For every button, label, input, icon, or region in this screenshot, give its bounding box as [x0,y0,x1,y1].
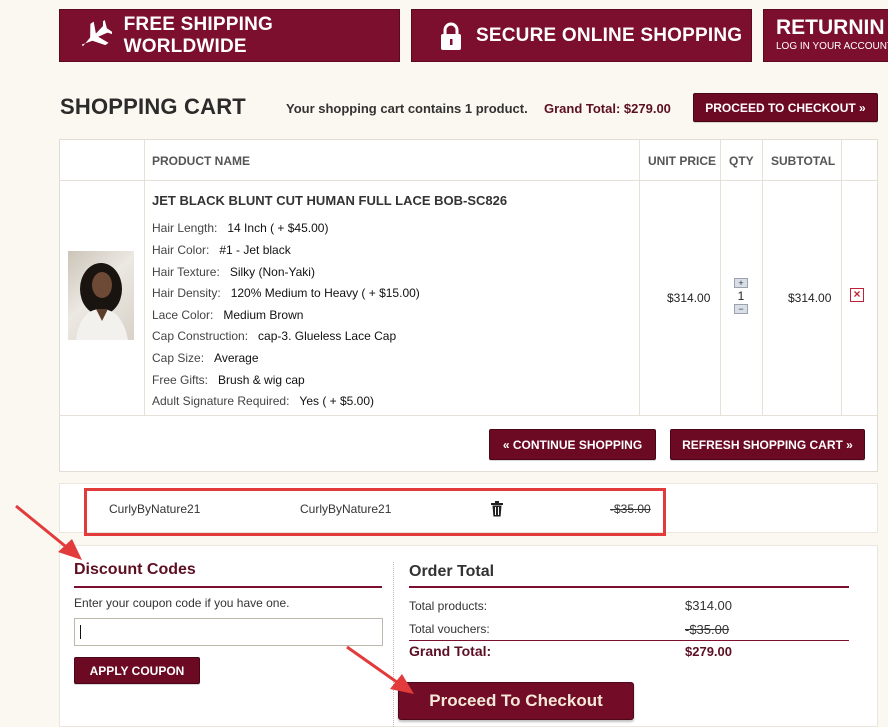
attribute-row: Adult Signature Required: Yes ( + $5.00) [152,394,374,408]
attribute-label: Hair Texture: [152,265,220,279]
product-name[interactable]: JET BLACK BLUNT CUT HUMAN FULL LACE BOB-… [152,193,507,208]
row-divider [60,180,877,181]
attribute-label: Lace Color: [152,308,214,322]
attribute-label: Cap Construction: [152,329,249,343]
column-divider [841,140,842,415]
attribute-value: Yes ( + $5.00) [299,394,375,408]
total-products-value: $314.00 [685,598,732,613]
column-header-subtotal: SUBTOTAL [771,154,836,168]
attribute-value: 14 Inch ( + $45.00) [227,221,329,235]
attribute-row: Free Gifts: Brush & wig cap [152,373,305,387]
column-header-unit-price: UNIT PRICE [648,154,717,168]
attribute-value: Brush & wig cap [218,373,305,387]
attribute-value: Medium Brown [223,308,304,322]
banner-text: SECURE ONLINE SHOPPING [476,24,743,46]
page-title: SHOPPING CART [60,94,246,119]
voucher-code: CurlyByNature21 [300,502,392,516]
attribute-label: Cap Size: [152,351,205,365]
remove-item-icon[interactable]: × [850,288,864,302]
attribute-label: Hair Density: [152,286,221,300]
attribute-value: Silky (Non-Yaki) [229,265,315,279]
attribute-label: Hair Length: [152,221,218,235]
product-image[interactable] [68,251,134,340]
attribute-label: Hair Color: [152,243,210,257]
attribute-value: #1 - Jet black [219,243,291,257]
annotation-arrow-icon [15,504,82,560]
attribute-label: Free Gifts: [152,373,209,387]
coupon-code-input[interactable] [74,618,383,646]
free-shipping-banner: FREE SHIPPING WORLDWIDE [59,9,400,62]
text-caret [80,625,81,639]
cart-table: PRODUCT NAME UNIT PRICE QTY SUBTOTAL JET… [59,139,878,472]
voucher-amount: -$35.00 [610,502,651,516]
attribute-value: cap-3. Glueless Lace Cap [258,329,397,343]
column-header-qty: QTY [729,154,754,168]
grand-total-summary: Grand Total: $279.00 [544,101,671,116]
secure-shopping-banner: SECURE ONLINE SHOPPING [411,9,752,62]
attribute-row: Cap Construction: cap-3. Glueless Lace Ca… [152,329,396,343]
returning-customer-banner[interactable]: RETURNIN LOG IN YOUR ACCOUNT [763,9,888,62]
order-total-title: Order Total [409,563,495,580]
total-vouchers-label: Total vouchers: [409,622,490,636]
attribute-value: Average [214,351,259,365]
unit-price: $314.00 [667,291,711,305]
column-divider [762,140,763,415]
airplane-icon [74,16,114,56]
banner-title: RETURNIN [776,16,885,39]
attribute-row: Lace Color: Medium Brown [152,308,303,322]
discount-codes-title: Discount Codes [74,561,196,578]
column-divider [720,140,721,415]
attribute-row: Hair Length: 14 Inch ( + $45.00) [152,221,328,235]
continue-shopping-button[interactable]: « CONTINUE SHOPPING [489,429,656,460]
attribute-row: Cap Size: Average [152,351,259,365]
attribute-row: Hair Color: #1 - Jet black [152,243,291,257]
coupon-hint: Enter your coupon code if you have one. [74,596,290,610]
column-header-product: PRODUCT NAME [152,154,250,168]
attribute-row: Hair Density: 120% Medium to Heavy ( + $1… [152,286,420,300]
total-products-label: Total products: [409,599,488,613]
banner-text: FREE SHIPPING WORLDWIDE [123,13,273,57]
row-divider [60,415,877,416]
column-divider [144,140,145,415]
attribute-value: 120% Medium to Heavy ( + $15.00) [230,286,420,300]
proceed-to-checkout-button-top[interactable]: PROCEED TO CHECKOUT » [693,93,878,122]
grand-total-value: $279.00 [685,644,732,659]
qty-increase-button[interactable]: + [734,278,748,288]
padlock-icon [436,18,466,54]
line-subtotal: $314.00 [788,291,832,305]
apply-coupon-button[interactable]: APPLY COUPON [74,657,200,684]
total-vouchers-value: -$35.00 [685,622,730,637]
qty-decrease-button[interactable]: − [734,304,748,314]
column-divider [639,140,640,415]
annotation-arrow-icon [346,645,414,694]
proceed-to-checkout-button[interactable]: Proceed To Checkout [398,682,634,720]
grand-total-label: Grand Total: [409,643,492,659]
attribute-label: Adult Signature Required: [152,394,290,408]
refresh-cart-button[interactable]: REFRESH SHOPPING CART » [670,429,865,460]
trash-icon[interactable] [490,501,504,517]
section-rule [74,586,382,588]
banner-subtitle: LOG IN YOUR ACCOUNT [776,41,888,52]
quantity-stepper: + 1 − [732,278,750,314]
qty-value: 1 [737,289,745,303]
section-rule [409,586,849,588]
cart-summary-text: Your shopping cart contains 1 product. [286,101,528,116]
voucher-name: CurlyByNature21 [109,502,201,516]
totals-divider [409,640,849,641]
attribute-row: Hair Texture: Silky (Non-Yaki) [152,265,315,279]
